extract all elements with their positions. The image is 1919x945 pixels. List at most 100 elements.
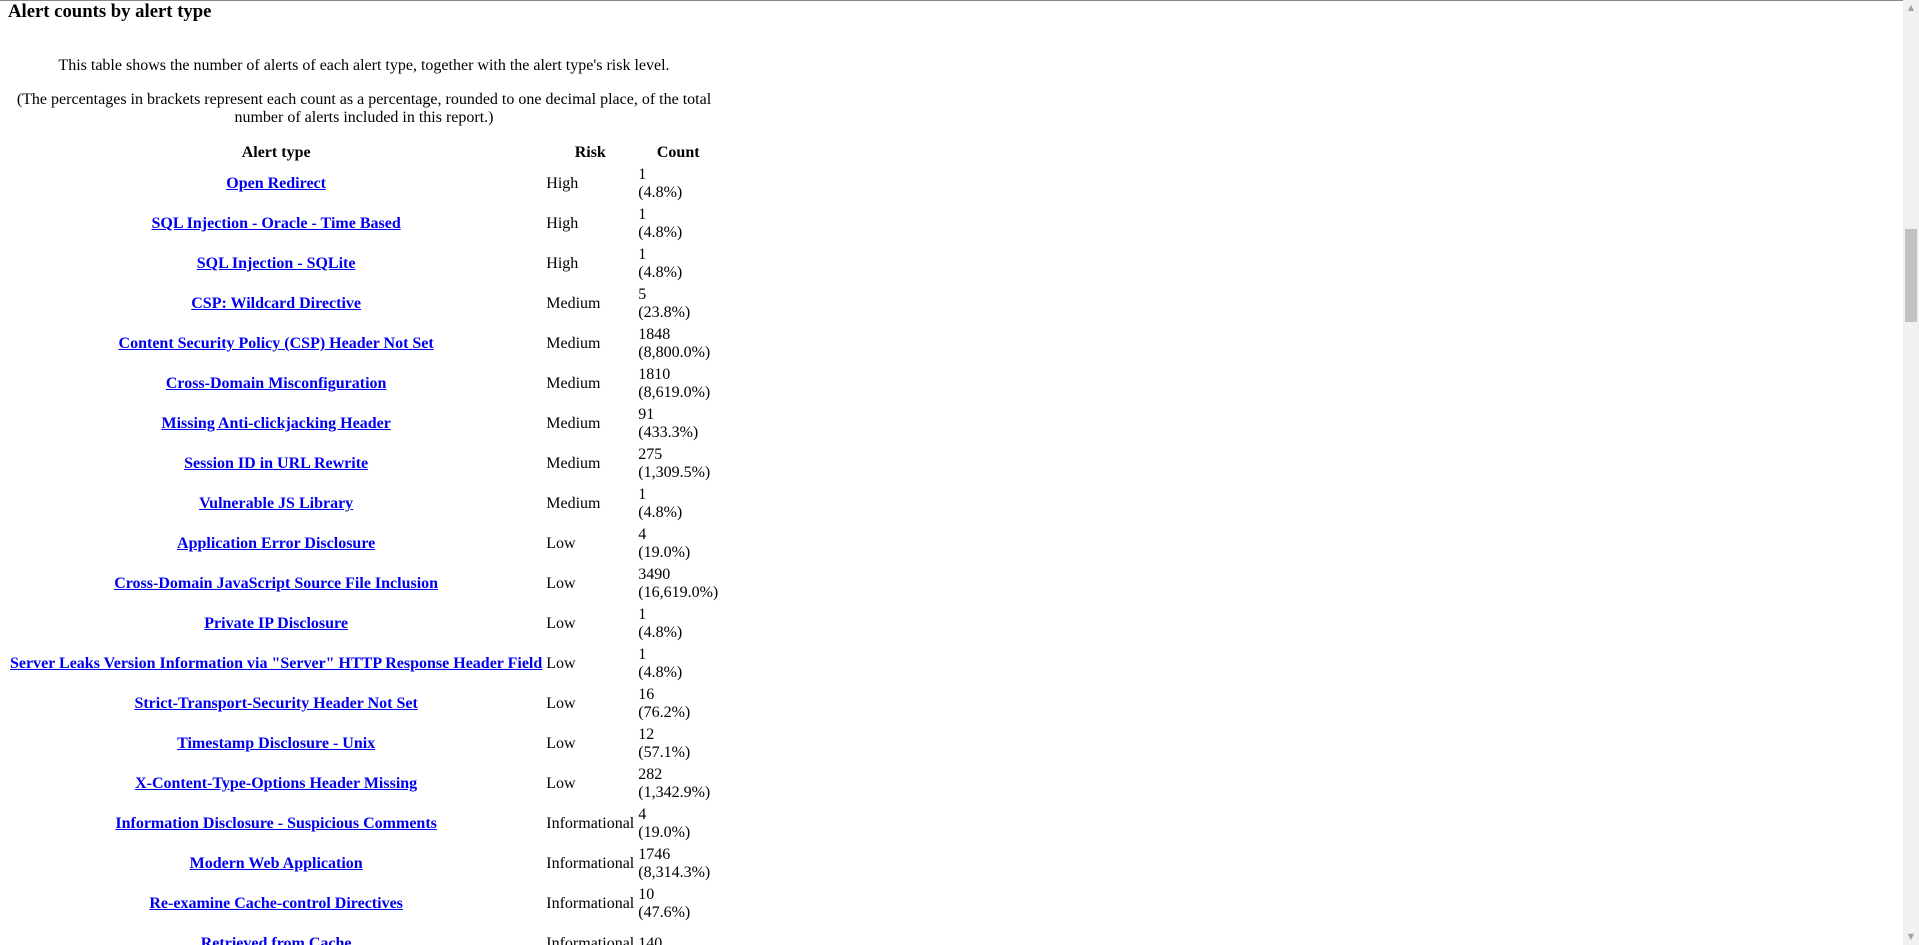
table-row: Open Redirect High 1 (4.8%) (8, 164, 720, 204)
alert-type-link[interactable]: Timestamp Disclosure - Unix (177, 735, 375, 752)
alert-type-link[interactable]: Application Error Disclosure (177, 535, 375, 552)
count-value: 91 (638, 406, 655, 423)
count-percent: (19.0%) (638, 824, 691, 841)
risk-cell: Low (546, 735, 576, 752)
alert-type-link[interactable]: SQL Injection - Oracle - Time Based (152, 215, 401, 232)
table-row: Application Error Disclosure Low 4 (19.0%) (8, 524, 720, 564)
count-value: 1848 (638, 326, 671, 343)
count-percent: (4.8%) (638, 264, 683, 281)
table-row: Cross-Domain Misconfiguration Medium 1810(… (8, 364, 720, 404)
alert-type-link[interactable]: Cross-Domain JavaScript Source File Incl… (114, 575, 438, 592)
alert-type-link[interactable]: Re-examine Cache-control Directives (149, 895, 403, 912)
alert-type-cell: Application Error Disclosure (8, 524, 544, 564)
table-row: Timestamp Disclosure - Unix Low 12 (57.1%) (8, 724, 720, 764)
alert-type-cell: Retrieved from Cache (8, 924, 544, 945)
alert-counts-table: Alert type Risk Count Open Redirect High 1… (8, 142, 720, 945)
alert-type-link[interactable]: Private IP Disclosure (204, 615, 348, 632)
count-percent: (4.8%) (638, 504, 683, 521)
count-value: 1746 (638, 846, 671, 863)
risk-cell: Low (546, 695, 576, 712)
header-alert-type: Alert type (241, 144, 311, 161)
table-row: Server Leaks Version Information via "Se… (8, 644, 720, 684)
count-percent: (8,619.0%) (638, 384, 711, 401)
count-percent: (76.2%) (638, 704, 691, 721)
count-cell: 275 (1,309.5%) (636, 444, 720, 484)
alert-counts-section: This table shows the number of alerts of… (8, 57, 720, 945)
vertical-scrollbar[interactable]: ▲ ▼ (1903, 0, 1919, 945)
alert-type-link[interactable]: Vulnerable JS Library (199, 495, 353, 512)
report-viewport: Alert counts by alert type This table sh… (0, 0, 1903, 945)
count-percent: (8,800.0%) (638, 344, 711, 361)
count-cell: 3490 (16,619.0%) (636, 564, 720, 604)
scroll-down-icon[interactable]: ▼ (1903, 929, 1919, 945)
alert-type-cell: Re-examine Cache-control Directives (8, 884, 544, 924)
count-percent: (1,309.5%) (638, 464, 711, 481)
count-value: 1 (638, 486, 647, 503)
alert-type-cell: Modern Web Application (8, 844, 544, 884)
alert-type-cell: Timestamp Disclosure - Unix (8, 724, 544, 764)
count-percent: (4.8%) (638, 224, 683, 241)
alert-type-link[interactable]: SQL Injection - SQLite (197, 255, 356, 272)
count-percent: (19.0%) (638, 544, 691, 561)
risk-cell: Low (546, 575, 576, 592)
alert-type-cell: Cross-Domain Misconfiguration (8, 364, 544, 404)
alert-type-link[interactable]: Open Redirect (226, 175, 326, 192)
table-row: SQL Injection - Oracle - Time Based High 1… (8, 204, 720, 244)
risk-cell: Informational (546, 855, 635, 872)
alert-type-cell: Strict-Transport-Security Header Not Set (8, 684, 544, 724)
alert-type-cell: Content Security Policy (CSP) Header Not… (8, 324, 544, 364)
count-percent: (57.1%) (638, 744, 691, 761)
count-cell: 1 (4.8%) (636, 604, 720, 644)
report-content: Alert counts by alert type This table sh… (8, 1, 720, 945)
count-value: 16 (638, 686, 655, 703)
count-cell: 1 (4.8%) (636, 204, 720, 244)
risk-cell: High (546, 175, 579, 192)
table-row: Re-examine Cache-control Directives Infor… (8, 884, 720, 924)
risk-cell: Medium (546, 455, 601, 472)
table-row: Retrieved from Cache Informational 140 (8, 924, 720, 945)
alert-type-link[interactable]: Missing Anti-clickjacking Header (161, 415, 390, 432)
section-note: (The percentages in brackets represent e… (16, 91, 712, 126)
table-row: Missing Anti-clickjacking Header Medium 91… (8, 404, 720, 444)
count-value: 275 (638, 446, 663, 463)
alert-type-link[interactable]: Cross-Domain Misconfiguration (166, 375, 387, 392)
table-row: Information Disclosure - Suspicious Comm… (8, 804, 720, 844)
alert-type-link[interactable]: Information Disclosure - Suspicious Comm… (115, 815, 437, 832)
alert-type-link[interactable]: Session ID in URL Rewrite (184, 455, 368, 472)
table-row: CSP: Wildcard Directive Medium 5 (23.8%) (8, 284, 720, 324)
count-value: 282 (638, 766, 663, 783)
table-header-row: Alert type Risk Count (8, 142, 720, 164)
section-description: This table shows the number of alerts of… (58, 57, 670, 74)
table-row: Session ID in URL Rewrite Medium 275 (1,309… (8, 444, 720, 484)
count-cell: 16 (76.2%) (636, 684, 720, 724)
alert-type-link[interactable]: Content Security Policy (CSP) Header Not… (119, 335, 434, 352)
risk-cell: Low (546, 655, 576, 672)
alert-type-link[interactable]: Modern Web Application (190, 855, 363, 872)
count-cell: 1810 (8,619.0%) (636, 364, 720, 404)
risk-cell: Medium (546, 335, 601, 352)
alert-type-link[interactable]: Strict-Transport-Security Header Not Set (134, 695, 417, 712)
scroll-thumb[interactable] (1905, 229, 1917, 322)
scroll-up-icon[interactable]: ▲ (1903, 0, 1919, 16)
count-value: 12 (638, 726, 655, 743)
risk-cell: Medium (546, 375, 601, 392)
alert-type-link[interactable]: CSP: Wildcard Directive (191, 295, 361, 312)
table-body: Open Redirect High 1 (4.8%) SQL Injection - … (8, 164, 720, 945)
count-cell: 1 (4.8%) (636, 644, 720, 684)
alert-type-cell: Cross-Domain JavaScript Source File Incl… (8, 564, 544, 604)
alert-type-link[interactable]: X-Content-Type-Options Header Missing (135, 775, 417, 792)
count-cell: 140 (636, 924, 720, 945)
count-value: 10 (638, 886, 655, 903)
count-cell: 5 (23.8%) (636, 284, 720, 324)
alert-type-link[interactable]: Server Leaks Version Information via "Se… (10, 655, 542, 672)
count-value: 1 (638, 246, 647, 263)
count-value: 1810 (638, 366, 671, 383)
risk-cell: High (546, 255, 579, 272)
alert-type-link[interactable]: Retrieved from Cache (201, 935, 352, 945)
count-value: 4 (638, 526, 647, 543)
alert-type-cell: Private IP Disclosure (8, 604, 544, 644)
count-cell: 1848 (8,800.0%) (636, 324, 720, 364)
count-cell: 282 (1,342.9%) (636, 764, 720, 804)
table-row: Content Security Policy (CSP) Header Not… (8, 324, 720, 364)
count-cell: 12 (57.1%) (636, 724, 720, 764)
